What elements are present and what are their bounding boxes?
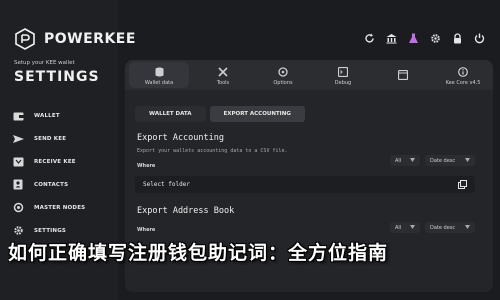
tab-wallet-data[interactable]: Wallet data xyxy=(129,62,189,88)
subtab-wallet-data[interactable]: WALLET DATA xyxy=(135,106,206,122)
sidebar-item-send-kee[interactable]: SEND KEE xyxy=(12,127,112,150)
options-icon xyxy=(278,67,288,77)
subtab-export-accounting[interactable]: EXPORT ACCOUNTING xyxy=(209,106,305,122)
chevron-down-icon xyxy=(410,224,415,231)
receive-icon xyxy=(12,156,24,168)
power-icon[interactable] xyxy=(473,32,486,45)
contacts-icon xyxy=(12,179,24,191)
sidebar-item-label: SETTINGS xyxy=(34,227,67,234)
select-value: Date desc xyxy=(430,157,456,164)
export-accounting-description: Export your wallets accounting data to a… xyxy=(137,148,288,154)
sidebar-item-master-nodes[interactable]: MASTER NODES xyxy=(12,196,112,219)
folder-browse-icon[interactable] xyxy=(457,180,467,190)
settings-icon[interactable] xyxy=(429,32,442,45)
sidebar-item-label: SEND KEE xyxy=(34,135,67,142)
master-nodes-icon xyxy=(12,202,24,214)
refresh-icon[interactable] xyxy=(363,32,376,45)
tab-debug[interactable]: Debug xyxy=(313,60,373,90)
sidebar-nav: WALLET SEND KEE RECEIVE KEE CONTACTS MAS… xyxy=(12,104,112,242)
bank-icon[interactable] xyxy=(385,32,398,45)
select-value: Date desc xyxy=(430,224,456,231)
sidebar-item-label: MASTER NODES xyxy=(34,204,86,211)
folder-field-value: Select folder xyxy=(143,181,190,188)
export-accounting-filter-select[interactable]: All xyxy=(390,155,420,166)
sidebar-item-label: WALLET xyxy=(34,112,60,119)
tab-label: Wallet data xyxy=(144,80,174,86)
export-accounting-title: Export Accounting xyxy=(137,133,224,143)
sidebar-item-contacts[interactable]: CONTACTS xyxy=(12,173,112,196)
tab-label: Debug xyxy=(334,80,352,86)
export-accounting-sort-select[interactable]: Date desc xyxy=(425,155,475,166)
flask-icon[interactable] xyxy=(407,32,420,45)
export-address-book-sort-select[interactable]: Date desc xyxy=(425,222,475,233)
send-icon xyxy=(12,133,24,145)
setup-caption: Setup your KEE wallet xyxy=(14,60,75,66)
gear-icon xyxy=(12,225,24,237)
powerkee-logo-icon xyxy=(14,28,36,50)
database-icon xyxy=(154,67,164,77)
info-icon xyxy=(458,67,468,77)
export-accounting-where-label: Where xyxy=(137,163,156,169)
page-title: SETTINGS xyxy=(14,69,100,85)
sidebar-item-label: RECEIVE KEE xyxy=(34,158,76,165)
header-toolbar xyxy=(363,32,486,45)
sidebar-item-label: CONTACTS xyxy=(34,181,69,188)
select-value: All xyxy=(395,224,402,231)
lock-icon[interactable] xyxy=(451,32,464,45)
tab-label: Tools xyxy=(216,80,230,86)
tab-label: Kee Core v4.5 xyxy=(445,80,481,86)
wallet-icon xyxy=(12,110,24,122)
settings-tabbar: Wallet data Tools Options Debug Kee Core… xyxy=(125,60,493,90)
tab-label: Options xyxy=(273,80,293,86)
window-icon xyxy=(398,70,408,80)
subtabs: WALLET DATA EXPORT ACCOUNTING xyxy=(135,106,305,122)
tab-tools[interactable]: Tools xyxy=(193,60,253,90)
sidebar-item-wallet[interactable]: WALLET xyxy=(12,104,112,127)
chevron-down-icon xyxy=(465,157,470,164)
overlay-article-title: 如何正确填写注册钱包助记词：全方位指南 xyxy=(8,242,389,264)
export-address-book-title: Export Address Book xyxy=(137,206,235,216)
brand-name: POWERKEE xyxy=(44,31,136,47)
export-address-book-filter-select[interactable]: All xyxy=(390,222,420,233)
export-address-book-where-label: Where xyxy=(137,227,156,233)
select-value: All xyxy=(395,157,402,164)
brand[interactable]: POWERKEE xyxy=(14,28,136,50)
tab-window[interactable] xyxy=(373,60,433,90)
chevron-down-icon xyxy=(465,224,470,231)
debug-icon xyxy=(338,67,348,77)
sidebar-item-receive-kee[interactable]: RECEIVE KEE xyxy=(12,150,112,173)
chevron-down-icon xyxy=(410,157,415,164)
tools-icon xyxy=(218,67,228,77)
tab-kee-core[interactable]: Kee Core v4.5 xyxy=(433,60,493,90)
export-accounting-folder-field[interactable]: Select folder xyxy=(135,176,475,193)
tab-options[interactable]: Options xyxy=(253,60,313,90)
